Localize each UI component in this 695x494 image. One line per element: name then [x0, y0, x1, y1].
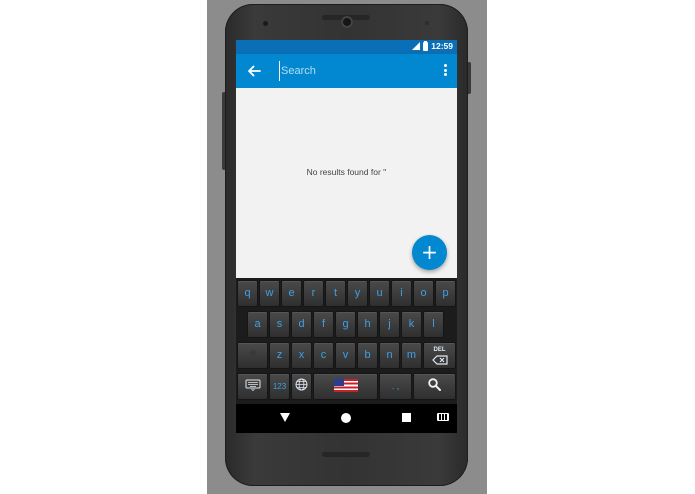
phone-sensor: [263, 21, 268, 26]
delete-key-label: DEL: [433, 347, 446, 353]
key-u[interactable]: u: [369, 280, 390, 307]
key-b[interactable]: b: [357, 342, 378, 369]
key-t[interactable]: t: [325, 280, 346, 307]
numbers-key[interactable]: 123: [269, 373, 290, 400]
phone-proximity-sensor: [425, 21, 429, 25]
keyboard-switch-key[interactable]: [237, 373, 268, 400]
delete-key[interactable]: DEL: [423, 342, 456, 369]
more-vertical-icon[interactable]: [442, 64, 448, 78]
key-d[interactable]: d: [291, 311, 312, 338]
key-x[interactable]: x: [291, 342, 312, 369]
empty-results-message: No results found for '': [306, 167, 387, 177]
key-g[interactable]: g: [335, 311, 356, 338]
battery-icon: [423, 40, 429, 51]
keyboard-icon: [245, 379, 260, 391]
status-bar: 12:59: [236, 40, 457, 54]
shift-arrow-icon: [247, 348, 258, 359]
punctuation-key[interactable]: . ,: [379, 373, 412, 400]
arrow-left-icon[interactable]: [246, 63, 262, 79]
key-l[interactable]: l: [423, 311, 444, 338]
keyboard-icon[interactable]: [437, 413, 449, 421]
key-e[interactable]: e: [281, 280, 302, 307]
search-toolbar: [236, 54, 457, 88]
status-time: 12:59: [431, 41, 453, 51]
key-o[interactable]: o: [413, 280, 434, 307]
signal-icon: [411, 41, 421, 51]
shift-key[interactable]: [237, 342, 268, 369]
search-key[interactable]: [413, 373, 456, 400]
key-n[interactable]: n: [379, 342, 400, 369]
key-w[interactable]: w: [259, 280, 280, 307]
key-c[interactable]: c: [313, 342, 334, 369]
globe-icon: [295, 378, 308, 391]
phone-screen: 12:59 No results found for '' + q w e r …: [236, 40, 457, 433]
nav-recents-icon[interactable]: [402, 413, 411, 422]
globe-key[interactable]: [291, 373, 312, 400]
spacebar[interactable]: [313, 373, 378, 400]
navigation-bar: [236, 404, 457, 433]
soft-keyboard: q w e r t y u i o p a s d f g h j k l z …: [236, 278, 457, 404]
nav-back-icon[interactable]: [280, 413, 290, 422]
key-h[interactable]: h: [357, 311, 378, 338]
backspace-icon: [431, 355, 448, 365]
search-input[interactable]: [279, 61, 429, 81]
front-camera: [341, 16, 353, 28]
key-v[interactable]: v: [335, 342, 356, 369]
key-s[interactable]: s: [269, 311, 290, 338]
key-r[interactable]: r: [303, 280, 324, 307]
key-q[interactable]: q: [237, 280, 258, 307]
phone-bottom-speaker: [322, 452, 370, 457]
key-p[interactable]: p: [435, 280, 456, 307]
key-j[interactable]: j: [379, 311, 400, 338]
search-icon: [428, 378, 441, 392]
key-i[interactable]: i: [391, 280, 412, 307]
key-f[interactable]: f: [313, 311, 334, 338]
key-a[interactable]: a: [247, 311, 268, 338]
key-m[interactable]: m: [401, 342, 422, 369]
us-flag-icon: [333, 378, 358, 392]
key-z[interactable]: z: [269, 342, 290, 369]
key-y[interactable]: y: [347, 280, 368, 307]
key-k[interactable]: k: [401, 311, 422, 338]
nav-home-icon[interactable]: [341, 413, 351, 423]
add-button[interactable]: +: [412, 235, 447, 270]
